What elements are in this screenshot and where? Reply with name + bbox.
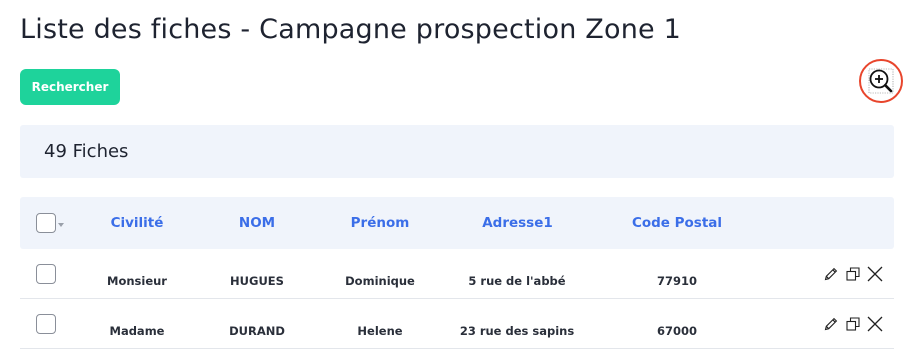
duplicate-button[interactable] (843, 264, 863, 284)
zoom-in-icon (868, 68, 894, 94)
delete-button[interactable] (865, 314, 885, 334)
row-actions (821, 264, 885, 284)
results-count-bar: 49 Fiches (20, 125, 894, 178)
close-icon (867, 266, 883, 282)
copy-icon (846, 267, 860, 281)
row-checkbox[interactable] (36, 314, 56, 334)
pencil-icon (824, 317, 838, 331)
select-all-control[interactable] (36, 213, 64, 233)
cell-code-postal: 77910 (656, 274, 697, 288)
column-header-code-postal[interactable]: Code Postal (627, 197, 727, 249)
results-count: 49 Fiches (44, 141, 129, 162)
table-row: Madame DURAND Helene 23 rue des sapins 6… (20, 299, 894, 349)
page-title: Liste des fiches - Campagne prospection … (20, 14, 681, 45)
copy-icon (846, 317, 860, 331)
cell-nom: HUGUES (230, 274, 284, 288)
select-all-checkbox[interactable] (36, 213, 56, 233)
search-button[interactable]: Rechercher (20, 69, 120, 105)
cell-civilite: Madame (109, 324, 165, 338)
column-header-adresse1[interactable]: Adresse1 (475, 197, 560, 249)
delete-button[interactable] (865, 264, 885, 284)
table-header: Civilité NOM Prénom Adresse1 Code Postal (20, 197, 894, 249)
column-header-nom[interactable]: NOM (227, 197, 287, 249)
close-icon (867, 316, 883, 332)
edit-button[interactable] (821, 264, 841, 284)
column-header-civilite[interactable]: Civilité (102, 197, 172, 249)
chevron-down-icon[interactable] (58, 222, 64, 227)
row-actions (821, 314, 885, 334)
edit-button[interactable] (821, 314, 841, 334)
table-row: Monsieur HUGUES Dominique 5 rue de l'abb… (20, 249, 894, 299)
cell-civilite: Monsieur (107, 274, 167, 288)
pencil-icon (824, 267, 838, 281)
zoom-in-button[interactable] (859, 59, 903, 103)
cell-adresse1: 5 rue de l'abbé (468, 274, 566, 288)
row-checkbox[interactable] (36, 264, 56, 284)
column-header-prenom[interactable]: Prénom (345, 197, 415, 249)
cell-nom: DURAND (229, 324, 285, 338)
duplicate-button[interactable] (843, 314, 863, 334)
cell-prenom: Dominique (345, 274, 415, 288)
cell-code-postal: 67000 (656, 324, 697, 338)
cell-adresse1: 23 rue des sapins (459, 324, 575, 338)
cell-prenom: Helene (357, 324, 403, 338)
